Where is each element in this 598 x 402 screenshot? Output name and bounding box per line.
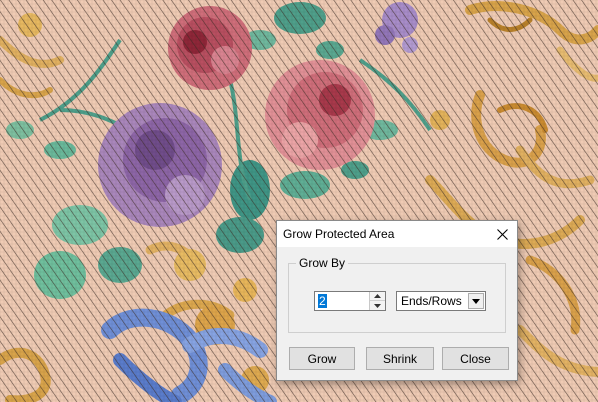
grow-unit-selected: Ends/Rows — [401, 294, 462, 308]
close-button[interactable] — [491, 224, 513, 244]
grow-unit-select[interactable]: Ends/Rows — [396, 291, 486, 311]
grow-amount-stepper[interactable]: 2 — [314, 291, 386, 311]
close-icon — [496, 228, 508, 240]
grow-button[interactable]: Grow — [289, 347, 355, 370]
close-dialog-button[interactable]: Close — [442, 347, 509, 370]
stepper-up-button[interactable] — [370, 292, 385, 301]
dialog-title: Grow Protected Area — [283, 227, 395, 241]
dialog-titlebar[interactable]: Grow Protected Area — [277, 221, 517, 247]
chevron-down-icon — [374, 303, 381, 308]
grow-protected-area-dialog: Grow Protected Area Grow By 2 Ends/Rows … — [276, 220, 518, 381]
dropdown-arrow-icon — [472, 298, 480, 304]
shrink-button[interactable]: Shrink — [366, 347, 434, 370]
grow-by-label: Grow By — [296, 256, 349, 270]
chevron-up-icon — [374, 294, 381, 298]
grow-amount-value[interactable]: 2 — [318, 294, 327, 308]
dropdown-button[interactable] — [468, 293, 484, 309]
stepper-down-button[interactable] — [370, 301, 385, 310]
stepper-buttons — [369, 292, 385, 310]
